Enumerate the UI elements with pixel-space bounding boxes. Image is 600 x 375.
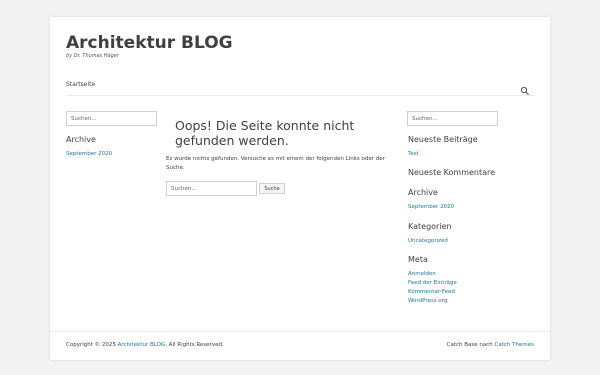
main-navigation: Startseite [50, 77, 550, 95]
page-title: Oops! Die Seite konnte nicht gefunden we… [175, 118, 355, 148]
copyright-suffix: . All Rights Reserved. [165, 342, 224, 348]
meta-link-wordpress[interactable]: WordPress.org [408, 298, 447, 304]
categories-title: Kategorien [408, 222, 452, 231]
not-found-message: Es wurde nichts gefunden. Versuche es mi… [166, 156, 385, 171]
site-title[interactable]: Architektur BLOG [66, 33, 233, 53]
nav-divider [66, 95, 534, 96]
site-description: by Dr. Thomas Häger [66, 53, 119, 59]
nav-item-home[interactable]: Startseite [66, 81, 95, 88]
catch-themes-link[interactable]: Catch Themes [495, 342, 534, 348]
meta-link-comments-feed[interactable]: Kommentar-Feed [408, 289, 455, 295]
footer-divider [50, 331, 550, 332]
recent-post-link[interactable]: Test [408, 151, 419, 157]
category-link[interactable]: Uncategorized [408, 238, 448, 244]
left-archive-link[interactable]: September 2020 [66, 151, 112, 157]
meta-link-login[interactable]: Anmelden [408, 271, 436, 277]
recent-posts-title: Neueste Beiträge [408, 135, 478, 144]
right-archive-link[interactable]: September 2020 [408, 204, 454, 210]
recent-comments-title: Neueste Kommentare [408, 168, 496, 177]
meta-title: Meta [408, 255, 428, 264]
meta-link-entries-feed[interactable]: Feed der Einträge [408, 280, 457, 286]
credit-prefix: Catch Base nach [446, 342, 493, 348]
footer-credit: Catch Base nach Catch Themes [447, 342, 534, 348]
search-icon[interactable] [520, 81, 530, 95]
left-archive-title: Archive [66, 135, 96, 144]
left-search-input[interactable] [66, 111, 157, 126]
footer-site-link[interactable]: Architektur BLOG [118, 342, 166, 348]
copyright-prefix: Copyright © 2025 [66, 342, 116, 348]
footer-copyright: Copyright © 2025 Architektur BLOG. All R… [66, 342, 224, 348]
right-archive-title: Archive [408, 188, 438, 197]
right-search-input[interactable] [407, 111, 498, 126]
page-container: Architektur BLOG by Dr. Thomas Häger Sta… [50, 17, 550, 360]
main-search-input[interactable] [166, 181, 257, 196]
main-search-button[interactable]: Suche [259, 183, 285, 194]
